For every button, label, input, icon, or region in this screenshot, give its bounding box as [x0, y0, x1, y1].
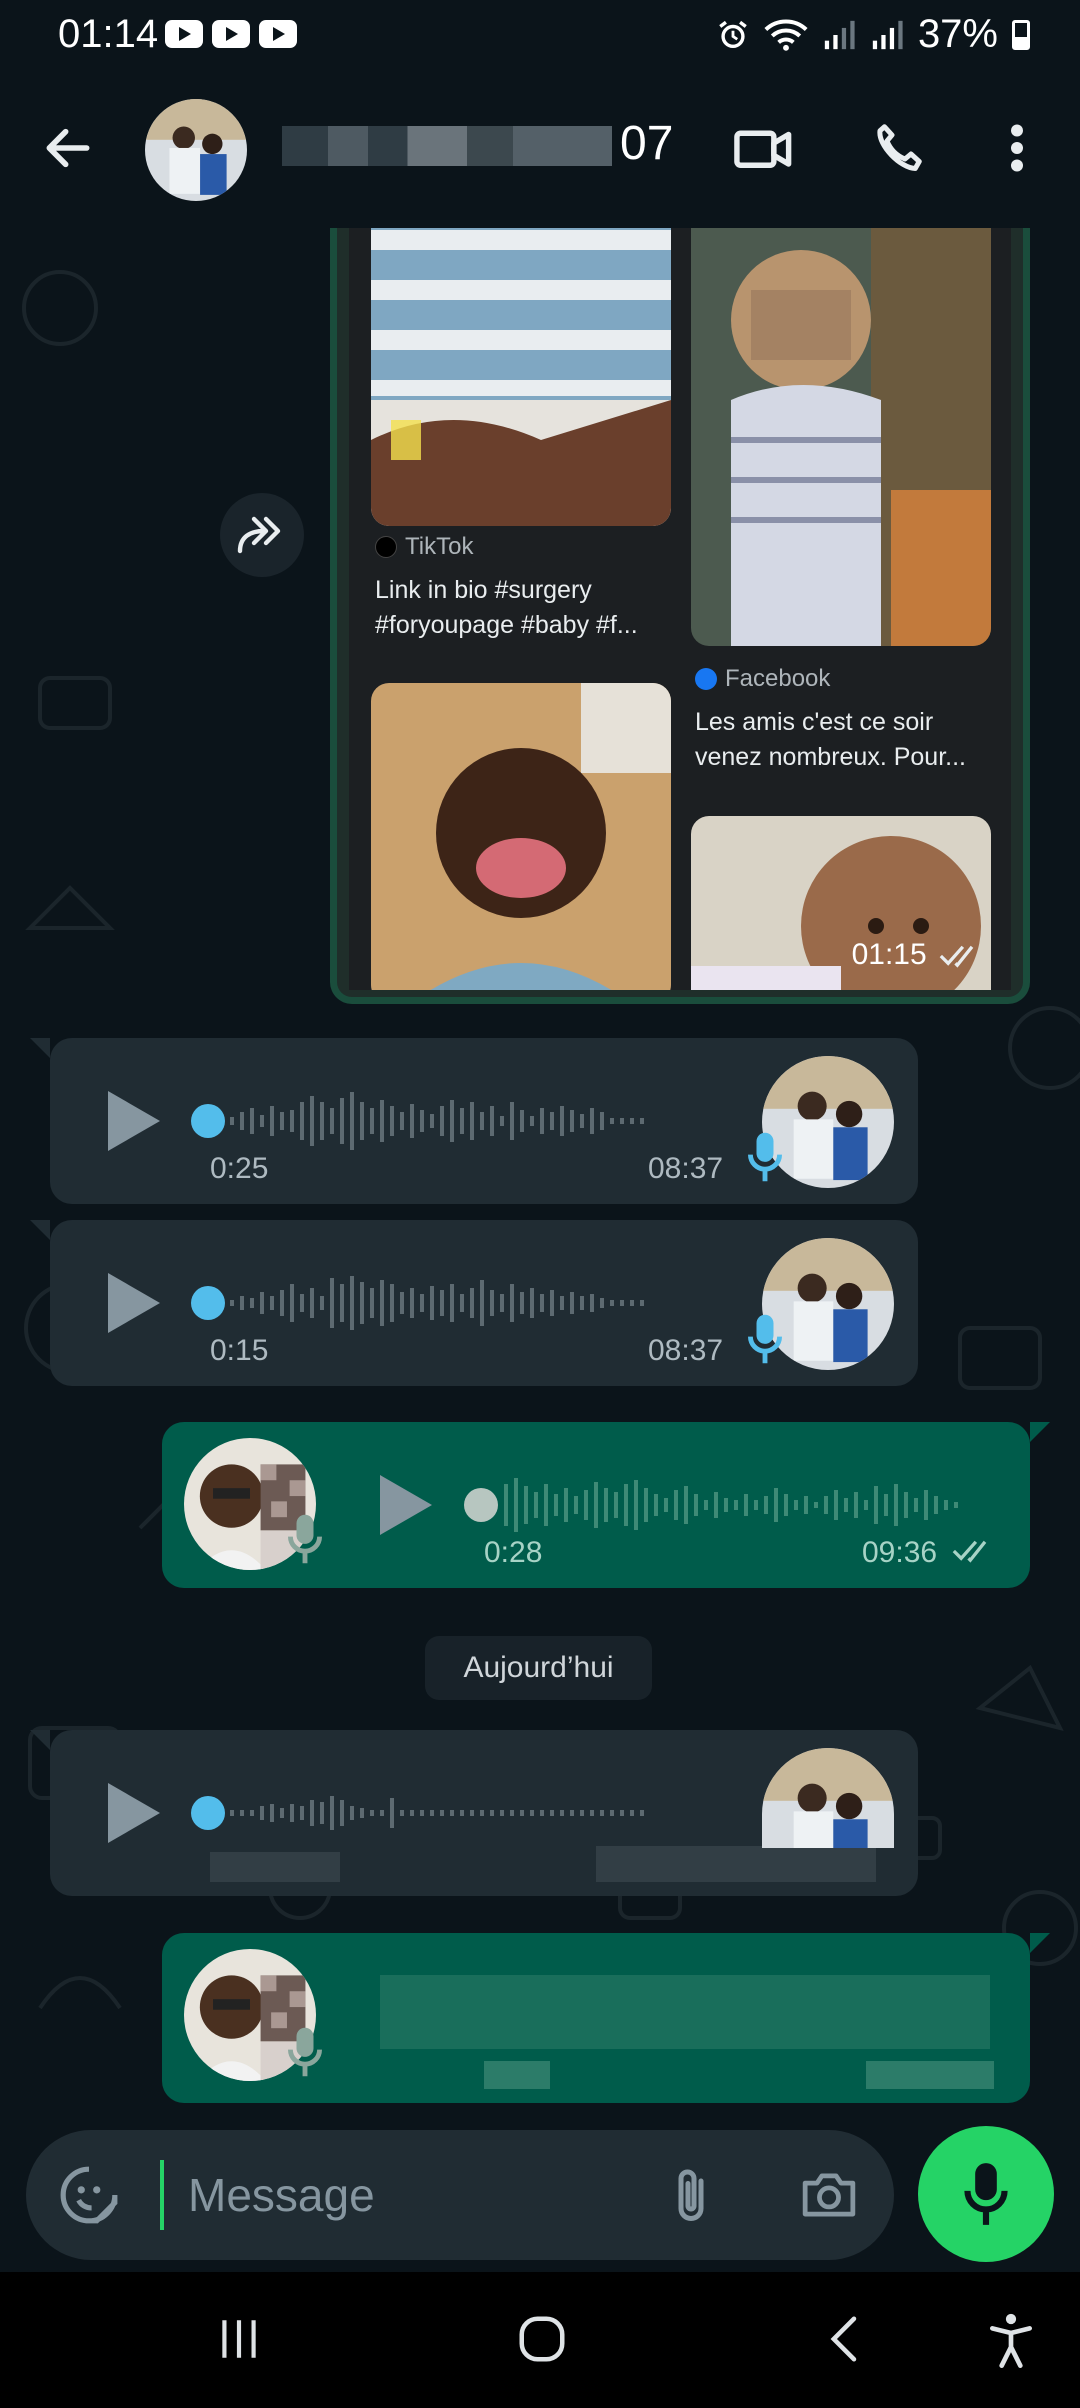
image-thumbnail[interactable] — [371, 683, 671, 990]
blurred-waveform — [380, 1975, 990, 2049]
media-grid[interactable]: TikTok Link in bio #surgery #foryoupage … — [349, 228, 1011, 990]
battery-icon — [1012, 19, 1030, 50]
play-icon[interactable] — [108, 1273, 160, 1333]
message-composer — [26, 2130, 894, 2260]
unplayed-dot[interactable] — [191, 1104, 225, 1138]
forwarded-media-message[interactable]: TikTok Link in bio #surgery #foryoupage … — [330, 228, 1030, 1004]
play-icon[interactable] — [108, 1091, 160, 1151]
home-icon[interactable] — [515, 2312, 569, 2366]
more-options-icon[interactable] — [992, 118, 1042, 178]
status-bar: 01:14 37% — [0, 0, 1080, 70]
video-call-icon[interactable] — [732, 118, 796, 178]
voice-call-icon[interactable] — [868, 118, 928, 178]
youtube-icon — [165, 20, 203, 48]
voice-duration: 0:15 — [210, 1334, 269, 1367]
mic-icon — [964, 2163, 1008, 2225]
blurred-duration — [210, 1852, 340, 1882]
voice-duration: 0:28 — [484, 1536, 543, 1569]
contact-name-blurred[interactable] — [282, 126, 612, 166]
wifi-icon — [764, 18, 808, 51]
forward-icon — [237, 516, 281, 554]
unplayed-dot[interactable] — [191, 1796, 225, 1830]
accessibility-icon[interactable] — [986, 2312, 1036, 2368]
play-icon[interactable] — [380, 1475, 432, 1535]
recent-apps-icon[interactable] — [214, 2314, 264, 2364]
playback-dot[interactable] — [464, 1488, 498, 1522]
emoji-sticker-icon[interactable] — [58, 2164, 120, 2226]
tiktok-thumbnail[interactable] — [371, 228, 671, 526]
blurred-duration — [484, 2061, 550, 2089]
facebook-source: Facebook — [695, 665, 830, 693]
mic-icon — [288, 1514, 322, 1564]
facebook-thumbnail[interactable] — [691, 228, 991, 646]
tiktok-caption: Link in bio #surgery #foryoupage #baby #… — [375, 576, 638, 639]
signal-icon — [872, 20, 903, 49]
signal-icon — [824, 20, 855, 49]
voice-message-outgoing[interactable]: 0:28 09:36 — [162, 1422, 1050, 1588]
mic-icon — [748, 1314, 782, 1364]
back-arrow-icon[interactable] — [40, 120, 96, 176]
unplayed-dot[interactable] — [191, 1286, 225, 1320]
system-navigation-bar — [0, 2272, 1080, 2408]
message-time: 08:37 — [648, 1152, 724, 1185]
waveform[interactable] — [228, 1088, 728, 1154]
voice-message[interactable] — [30, 1730, 918, 1896]
facebook-caption: Les amis c'est ce soir venez nombreux. P… — [695, 708, 966, 771]
voice-message[interactable]: 0:15 08:37 — [30, 1220, 918, 1386]
message-input[interactable] — [160, 2160, 640, 2230]
play-icon[interactable] — [108, 1783, 160, 1843]
youtube-icon — [212, 20, 250, 48]
youtube-icon — [259, 20, 297, 48]
blurred-time — [866, 2061, 994, 2089]
blurred-time — [596, 1846, 876, 1882]
contact-name[interactable]: 07 — [620, 116, 673, 171]
chat-header: 07 — [0, 70, 1080, 230]
voice-record-button[interactable] — [918, 2126, 1054, 2262]
voice-message-outgoing[interactable] — [162, 1933, 1050, 2103]
back-nav-icon[interactable] — [820, 2312, 870, 2366]
waveform[interactable] — [502, 1472, 1002, 1538]
tiktok-icon — [375, 536, 397, 558]
voice-duration: 0:25 — [210, 1152, 269, 1185]
status-icons: 37% — [716, 12, 1030, 57]
date-separator: Aujourd’hui — [425, 1636, 652, 1700]
sender-avatar[interactable] — [762, 1748, 894, 1848]
status-time: 01:14 — [58, 12, 159, 56]
attach-icon[interactable] — [666, 2166, 716, 2226]
double-check-icon — [952, 1540, 987, 1563]
voice-message[interactable]: 0:25 08:37 — [30, 1038, 918, 1204]
waveform[interactable] — [228, 1780, 728, 1846]
double-check-icon — [939, 945, 974, 968]
contact-avatar[interactable] — [145, 99, 247, 201]
mic-icon — [748, 1132, 782, 1182]
camera-icon[interactable] — [798, 2166, 860, 2224]
chat-area[interactable]: TikTok Link in bio #surgery #foryoupage … — [0, 228, 1080, 2128]
message-time: 08:37 — [648, 1334, 724, 1367]
battery-percent: 37% — [917, 12, 998, 56]
mic-icon — [288, 2027, 322, 2077]
message-time: 09:36 — [862, 1536, 938, 1569]
forward-button[interactable] — [220, 493, 304, 577]
message-time: 01:15 — [852, 938, 983, 972]
waveform[interactable] — [228, 1270, 728, 1336]
facebook-icon — [695, 668, 717, 690]
alarm-icon — [719, 20, 747, 48]
tiktok-source: TikTok — [375, 533, 473, 561]
